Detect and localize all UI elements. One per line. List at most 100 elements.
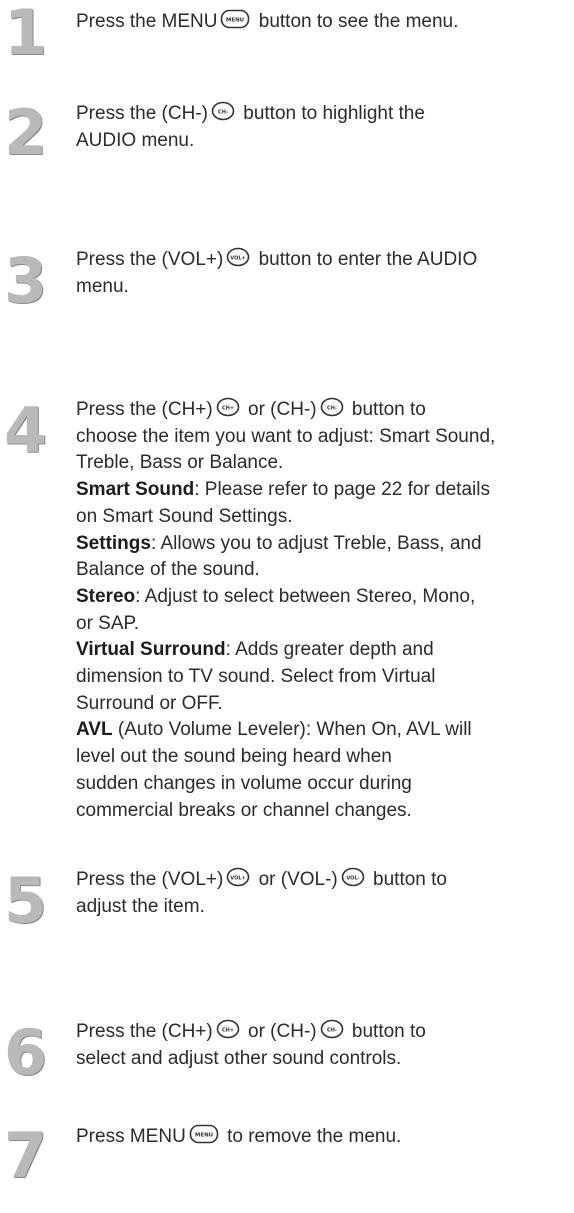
step-line: level out the sound being heard when (76, 744, 570, 771)
step-line: adjust the item. (76, 894, 570, 921)
step-line-text: button to see the menu. (253, 11, 459, 32)
step-line-text: Press the (VOL+) (76, 869, 224, 890)
step-number: 2 (4, 96, 48, 169)
vol-plus-button-icon: VOL+ (226, 866, 250, 888)
svg-text:MENU: MENU (195, 1133, 213, 1139)
step-line: Balance of the sound. (76, 557, 570, 584)
ch-minus-button-icon: CH- (320, 396, 344, 418)
step-text: Press the (CH+) CH+ or (CH-) CH- button to… (76, 1018, 570, 1072)
step-number: 6 (4, 1016, 48, 1089)
step-number: 7 (4, 1119, 48, 1192)
step-text: Press the (CH+) CH+ or (CH-) CH- button to… (76, 396, 570, 824)
step-line-text: commercial breaks or channel changes. (76, 799, 412, 821)
step-line: Press the (VOL+) VOL+ or (VOL-) VOL- butto… (76, 866, 570, 894)
step-text: Press the (VOL+) VOL+ or (VOL-) VOL- butto… (76, 866, 570, 920)
term-label: Smart Sound (76, 479, 195, 501)
step-line: Press the (CH-) CH- button to highlight t… (76, 100, 570, 128)
step-line-text: button to highlight the (237, 103, 425, 124)
term-label: AVL (76, 719, 113, 741)
step-line-text: or (CH-) (242, 1021, 317, 1042)
step-line: Press the (VOL+) VOL+ button to enter the… (76, 246, 570, 274)
step-line-text: on Smart Sound Settings. (76, 505, 293, 527)
step-line: Settings: Allows you to adjust Treble, B… (76, 531, 570, 558)
svg-text:VOL+: VOL+ (231, 876, 246, 882)
step-line: AVL (Auto Volume Leveler): When On, AVL … (76, 717, 570, 744)
ch-minus-button-icon: CH- (320, 1018, 344, 1040)
term-label: Stereo (76, 585, 136, 607)
step-line: or SAP. (76, 611, 570, 638)
step-line: Surround or OFF. (76, 691, 570, 718)
step-line: AUDIO menu. (76, 128, 570, 155)
step-line-text: menu. (76, 275, 129, 297)
step-line: Press MENU MENU to remove the menu. (76, 1123, 570, 1151)
menu-button-icon: MENU (220, 8, 250, 30)
step-line-text: button to (346, 1021, 426, 1042)
step-line-text: Press the (CH+) (76, 399, 213, 420)
step-line-text: to remove the menu. (221, 1126, 402, 1147)
step-line: Virtual Surround: Adds greater depth and (76, 637, 570, 664)
step-line: on Smart Sound Settings. (76, 504, 570, 531)
step-line-text: Surround or OFF. (76, 692, 223, 714)
step-line: Press the MENU MENU button to see the men… (76, 8, 570, 36)
step-line-text: choose the item you want to adjust: Smar… (76, 425, 496, 447)
step-line-text: Press the MENU (76, 11, 218, 32)
step-text: Press MENU MENU to remove the menu. (76, 1123, 570, 1151)
step-line-text: : Adjust to select between Stereo, Mono, (135, 585, 476, 607)
term-label: Virtual Surround (76, 639, 226, 661)
step-line: commercial breaks or channel changes. (76, 798, 570, 825)
vol-minus-button-icon: VOL- (341, 866, 365, 888)
step-line-text: Balance of the sound. (76, 559, 260, 581)
svg-text:VOL-: VOL- (346, 876, 359, 882)
step-line-text: (Auto Volume Leveler): When On, AVL will (112, 719, 472, 741)
step-line: menu. (76, 274, 570, 301)
term-label: Settings (76, 532, 151, 554)
svg-text:CH+: CH+ (222, 406, 234, 412)
step-line: dimension to TV sound. Select from Virtu… (76, 664, 570, 691)
step-line-text: or SAP. (76, 612, 140, 634)
step-number: 5 (4, 864, 48, 937)
step-line-text: : Allows you to adjust Treble, Bass, and (150, 532, 482, 554)
step-line-text: select and adjust other sound controls. (76, 1047, 402, 1069)
step-line: Stereo: Adjust to select between Stereo,… (76, 584, 570, 611)
step-text: Press the (CH-) CH- button to highlight t… (76, 100, 570, 154)
step-line: Treble, Bass or Balance. (76, 450, 570, 477)
step-line-text: level out the sound being heard when (76, 746, 392, 768)
svg-text:CH-: CH- (327, 406, 337, 412)
step-line: select and adjust other sound controls. (76, 1046, 570, 1073)
step-number: 4 (4, 394, 48, 467)
step-text: Press the MENU MENU button to see the men… (76, 8, 570, 36)
svg-text:MENU: MENU (226, 18, 244, 24)
step-line-text: Press the (CH-) (76, 103, 208, 124)
step-line-text: : Please refer to page 22 for details (194, 479, 490, 501)
step-line-text: adjust the item. (76, 895, 205, 917)
step-line-text: sudden changes in volume occur during (76, 772, 412, 794)
svg-text:CH+: CH+ (222, 1028, 234, 1034)
step-line-text: : Adds greater depth and (225, 639, 434, 661)
ch-plus-button-icon: CH+ (216, 396, 240, 418)
step-line-text: button to (367, 869, 447, 890)
svg-text:VOL+: VOL+ (231, 256, 246, 262)
step-line-text: Treble, Bass or Balance. (76, 452, 284, 474)
step-number: 1 (4, 0, 48, 69)
svg-text:CH-: CH- (218, 110, 228, 116)
step-line-text: Press the (VOL+) (76, 249, 224, 270)
step-line-text: or (CH-) (242, 399, 317, 420)
step-line-text: button to enter the AUDIO (253, 249, 478, 270)
step-line: Press the (CH+) CH+ or (CH-) CH- button to (76, 396, 570, 424)
svg-text:CH-: CH- (327, 1028, 337, 1034)
step-text: Press the (VOL+) VOL+ button to enter the… (76, 246, 570, 300)
step-line: Press the (CH+) CH+ or (CH-) CH- button to (76, 1018, 570, 1046)
step-number: 3 (4, 244, 48, 317)
step-line: choose the item you want to adjust: Smar… (76, 424, 570, 451)
ch-plus-button-icon: CH+ (216, 1018, 240, 1040)
vol-plus-button-icon: VOL+ (226, 246, 250, 268)
step-line: sudden changes in volume occur during (76, 771, 570, 798)
step-line-text: AUDIO menu. (76, 129, 195, 151)
step-line-text: Press MENU (76, 1126, 186, 1147)
step-line-text: or (VOL-) (253, 869, 338, 890)
step-line: Smart Sound: Please refer to page 22 for… (76, 477, 570, 504)
step-line-text: button to (346, 399, 426, 420)
ch-minus-button-icon: CH- (211, 100, 235, 122)
step-line-text: Press the (CH+) (76, 1021, 213, 1042)
menu-button-icon: MENU (189, 1123, 219, 1145)
